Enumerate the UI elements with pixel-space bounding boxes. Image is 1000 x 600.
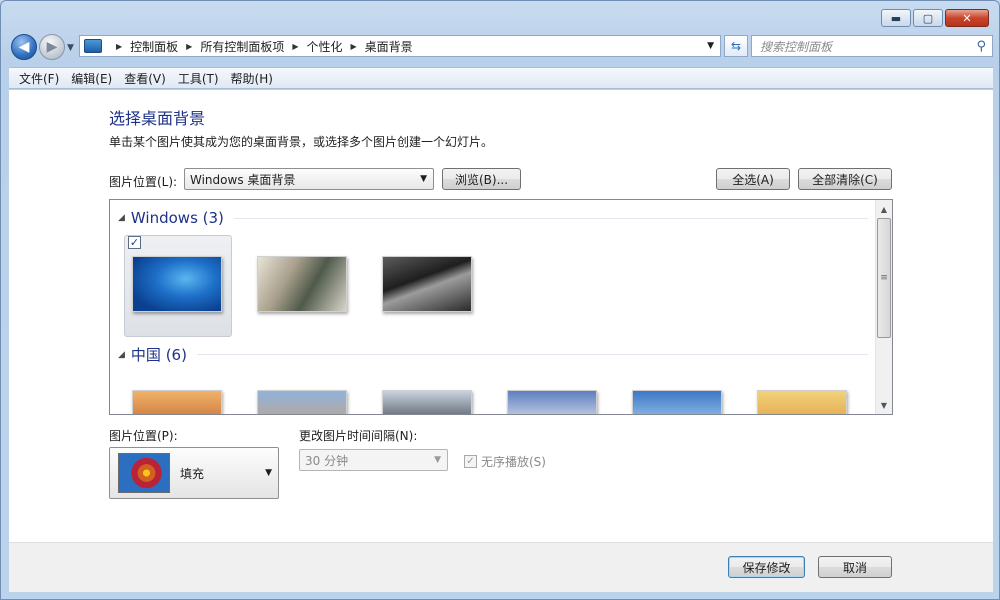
address-bar[interactable]: ▶ 控制面板 ▶ 所有控制面板项 ▶ 个性化 ▶ 桌面背景 ▼ [79, 35, 721, 57]
collapse-triangle-icon[interactable]: ◢ [118, 350, 125, 360]
search-icon[interactable]: ⚲ [976, 39, 986, 54]
picture-position-value: 填充 [180, 467, 205, 481]
navigation-bar: ◀ ▶ ▼ ▶ 控制面板 ▶ 所有控制面板项 ▶ 个性化 ▶ 桌面背景 ▼ ⇆ … [9, 32, 993, 62]
wallpaper-thumb-china-4[interactable] [507, 390, 597, 414]
content-pane: 选择桌面背景 单击某个图片使其成为您的桌面背景，或选择多个图片创建一个幻灯片。 … [9, 90, 993, 542]
group-title: Windows (3) [130, 209, 224, 227]
shuffle-label: 无序播放(S) [481, 455, 546, 469]
wallpaper-thumb-china-5[interactable] [632, 390, 722, 414]
forward-button[interactable]: ▶ [39, 34, 65, 60]
wallpaper-thumb-car[interactable] [382, 256, 472, 312]
picture-location-dropdown[interactable]: Windows 桌面背景 ▼ [184, 168, 434, 190]
breadcrumb-desktop-background[interactable]: 桌面背景 [365, 38, 413, 55]
maximize-button[interactable]: ▢ [913, 9, 943, 27]
back-arrow-icon: ◀ [18, 39, 30, 55]
menu-tools[interactable]: 工具(T) [172, 70, 225, 87]
gallery-scrollbar[interactable]: ▲ ≡ ▼ [875, 200, 892, 414]
control-panel-icon [84, 39, 102, 53]
select-all-button[interactable]: 全选(A) [716, 168, 790, 190]
breadcrumb-personalization[interactable]: 个性化 [307, 38, 343, 55]
chevron-down-icon: ▼ [434, 455, 441, 465]
back-button[interactable]: ◀ [11, 34, 37, 60]
group-header-windows[interactable]: ◢ Windows (3) [118, 209, 868, 227]
interval-label: 更改图片时间间隔(N): [299, 429, 418, 443]
picture-location-value: Windows 桌面背景 [190, 172, 296, 187]
group-divider [233, 217, 868, 219]
cancel-button[interactable]: 取消 [818, 556, 892, 578]
window-frame: ▬ ▢ ✕ ◀ ▶ ▼ ▶ 控制面板 ▶ 所有控制面板项 ▶ 个性化 ▶ 桌面背… [0, 0, 1000, 600]
chevron-right-icon[interactable]: ▶ [292, 42, 298, 51]
footer-bar: 保存修改 取消 [9, 542, 993, 592]
picture-position-label: 图片位置(P): [109, 429, 178, 443]
wallpaper-thumb-archer[interactable] [257, 256, 347, 312]
wallpaper-thumb-china-1[interactable] [132, 390, 222, 414]
page-title: 选择桌面背景 [109, 109, 206, 128]
menu-view[interactable]: 查看(V) [118, 70, 172, 87]
search-input[interactable]: 搜索控制面板 ⚲ [751, 35, 993, 57]
menu-bar: 文件(F) 编辑(E) 查看(V) 工具(T) 帮助(H) [9, 67, 993, 89]
wallpaper-thumb-windows-logo[interactable] [132, 256, 222, 312]
scroll-down-icon[interactable]: ▼ [876, 397, 892, 413]
wallpaper-thumb-china-6[interactable] [757, 390, 847, 414]
scroll-up-icon[interactable]: ▲ [876, 201, 892, 217]
browse-button[interactable]: 浏览(B)... [442, 168, 521, 190]
history-dropdown-icon[interactable]: ▼ [67, 43, 74, 53]
wallpaper-checkbox[interactable]: ✓ [128, 236, 141, 249]
refresh-button[interactable]: ⇆ [724, 35, 748, 57]
position-preview-image [118, 453, 170, 493]
interval-dropdown[interactable]: 30 分钟 ▼ [299, 449, 448, 471]
breadcrumb-all-items[interactable]: 所有控制面板项 [200, 38, 284, 55]
save-changes-button[interactable]: 保存修改 [728, 556, 805, 578]
close-button[interactable]: ✕ [945, 9, 989, 27]
chevron-down-icon: ▼ [420, 174, 427, 184]
checkbox-check-icon: ✓ [464, 455, 477, 468]
minimize-button[interactable]: ▬ [881, 9, 911, 27]
wallpaper-thumb-china-3[interactable] [382, 390, 472, 414]
chevron-down-icon: ▼ [265, 468, 272, 478]
collapse-triangle-icon[interactable]: ◢ [118, 213, 125, 223]
group-header-china[interactable]: ◢ 中国 (6) [118, 344, 868, 365]
chevron-right-icon[interactable]: ▶ [351, 42, 357, 51]
page-subtitle: 单击某个图片使其成为您的桌面背景，或选择多个图片创建一个幻灯片。 [109, 135, 494, 149]
chevron-right-icon[interactable]: ▶ [116, 42, 122, 51]
address-dropdown-icon[interactable]: ▼ [707, 41, 714, 51]
search-placeholder: 搜索控制面板 [760, 39, 833, 54]
menu-help[interactable]: 帮助(H) [225, 70, 279, 87]
refresh-icon: ⇆ [730, 39, 742, 53]
wallpaper-gallery: ◢ Windows (3) ✓ ◢ 中国 (6) ▲ ≡ ▼ [109, 199, 893, 415]
picture-position-dropdown[interactable]: 填充 ▼ [109, 447, 279, 499]
scrollbar-thumb[interactable]: ≡ [877, 218, 891, 338]
caption-buttons: ▬ ▢ ✕ [881, 9, 989, 27]
forward-arrow-icon: ▶ [46, 39, 58, 55]
chevron-right-icon[interactable]: ▶ [186, 42, 192, 51]
picture-location-label: 图片位置(L): [109, 175, 178, 189]
menu-file[interactable]: 文件(F) [13, 70, 65, 87]
group-divider [196, 354, 868, 355]
group-title: 中国 (6) [130, 346, 187, 364]
menu-edit[interactable]: 编辑(E) [65, 70, 118, 87]
shuffle-checkbox[interactable]: ✓ 无序播放(S) [464, 453, 546, 470]
clear-all-button[interactable]: 全部清除(C) [798, 168, 892, 190]
wallpaper-thumb-china-2[interactable] [257, 390, 347, 414]
breadcrumb-control-panel[interactable]: 控制面板 [130, 38, 178, 55]
interval-value: 30 分钟 [305, 453, 349, 468]
